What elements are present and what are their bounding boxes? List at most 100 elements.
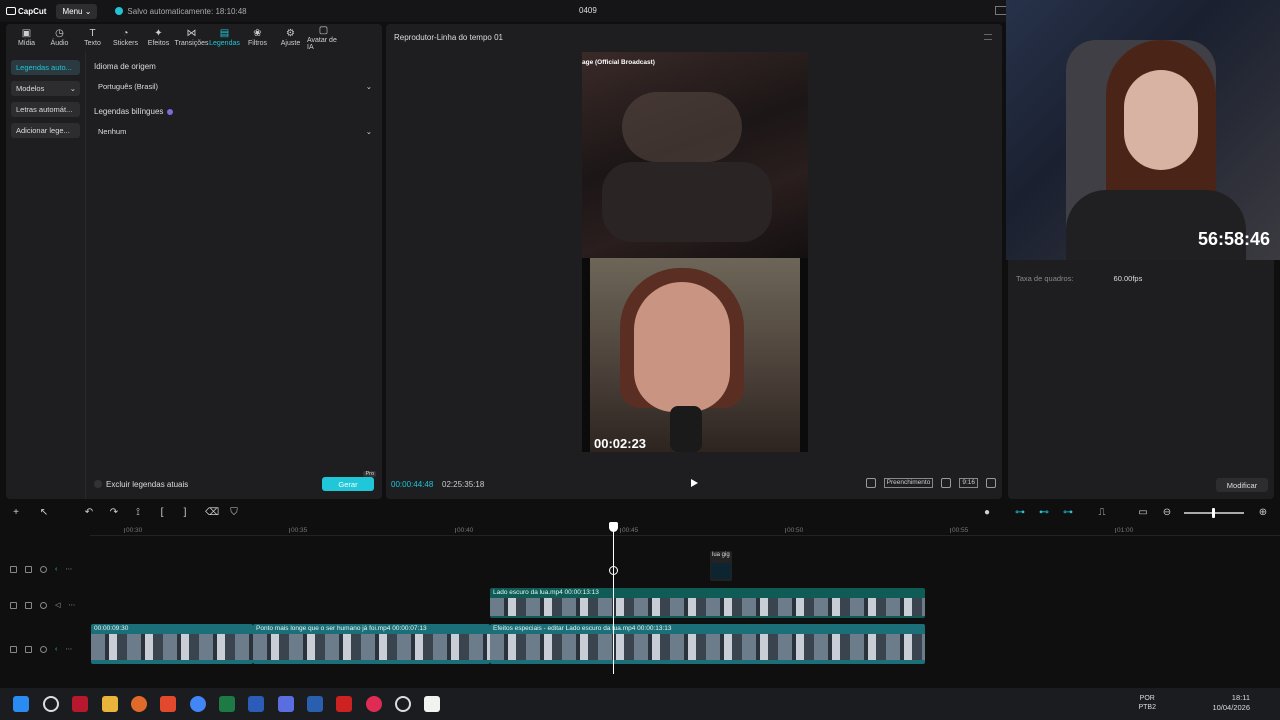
tab-captions[interactable]: ▤ Legendas	[208, 24, 241, 52]
modify-button[interactable]: Modificar	[1216, 478, 1268, 492]
lock-icon[interactable]	[25, 601, 32, 609]
tab-text[interactable]: T Texto	[76, 24, 109, 52]
ai-avatar-icon: ▢	[318, 24, 329, 36]
preview-axis-icon[interactable]: ⎍	[1097, 508, 1107, 518]
app-icon[interactable]	[336, 696, 352, 712]
tab-effects[interactable]: ✦ Efeitos	[142, 24, 175, 52]
player-controls: 00:00:44:48 02:25:35:18 Preenchimento 9:…	[386, 477, 1002, 491]
audio-sync-icon[interactable]	[865, 478, 876, 488]
screenshot-icon[interactable]	[941, 478, 952, 488]
timeline-ruler[interactable]: 00:30 00:35 00:40 00:45 00:50 00:55 01:0…	[90, 522, 1280, 536]
search-icon[interactable]	[43, 696, 59, 712]
mute-icon[interactable]: ‹	[55, 646, 57, 653]
eye-icon[interactable]	[40, 565, 47, 573]
system-clock[interactable]: 18:11 10/04/2026	[1212, 693, 1250, 713]
delete-icon[interactable]: ⌫	[205, 508, 219, 518]
track-toggle-icon[interactable]	[10, 645, 17, 653]
app-icon[interactable]	[307, 696, 323, 712]
mic-icon[interactable]: ●	[982, 508, 992, 518]
tab-filters[interactable]: ❀ Filtros	[241, 24, 274, 52]
playhead[interactable]	[613, 526, 614, 674]
gameplay-shape	[602, 162, 772, 242]
templates-button[interactable]: Modelos ⌄	[11, 81, 80, 96]
source-language-label: Idioma de origem	[94, 62, 376, 71]
chrome-icon[interactable]	[190, 696, 206, 712]
generate-button[interactable]: Gerar Pro	[322, 471, 376, 491]
trim-left-icon[interactable]: [	[157, 508, 167, 518]
language-indicator[interactable]: POR PTB2	[1138, 694, 1156, 712]
file-explorer-icon[interactable]	[102, 696, 118, 712]
main-clip[interactable]: Efeitos especiais - editar Lado escuro d…	[490, 624, 925, 664]
play-icon[interactable]	[691, 479, 698, 487]
eye-icon[interactable]	[40, 645, 47, 653]
modify-label: Modificar	[1226, 480, 1258, 490]
clip-thumbnails	[91, 634, 253, 660]
app-icon[interactable]	[278, 696, 294, 712]
zoom-out-icon[interactable]: ⊖	[1162, 508, 1172, 518]
firefox-icon[interactable]	[131, 696, 147, 712]
main-clip[interactable]: 00:00:09:30	[91, 624, 253, 664]
eye-icon[interactable]	[40, 601, 47, 609]
tab-transitions[interactable]: ⋈ Transições	[175, 24, 209, 52]
trim-right-icon[interactable]: ]	[180, 508, 190, 518]
excel-icon[interactable]	[219, 696, 235, 712]
fill-mode-button[interactable]: Preenchimento	[883, 478, 934, 488]
brave-icon[interactable]	[160, 696, 176, 712]
mute-icon[interactable]: ‹	[55, 566, 57, 573]
player-right-controls: Preenchimento 9:16	[865, 478, 996, 488]
app-icon[interactable]	[72, 696, 88, 712]
split-icon[interactable]: ⟟	[133, 508, 143, 518]
caption-track-icon[interactable]: ▭	[1138, 508, 1148, 518]
source-language-select[interactable]: Português (Brasil) ⌄	[94, 79, 376, 93]
snap-icon[interactable]: ⊶	[1063, 508, 1073, 518]
exclude-captions-checkbox[interactable]: Excluir legendas atuais	[94, 480, 188, 489]
add-captions-button[interactable]: Adicionar lege...	[11, 123, 80, 138]
transitions-icon: ⋈	[186, 28, 197, 39]
main-clip[interactable]: Ponto mais longe que o ser humano já foi…	[253, 624, 490, 664]
app-icon[interactable]	[395, 696, 411, 712]
audio-icon[interactable]: ◁	[55, 601, 60, 609]
media-toolbar: ▣ Mídia ◷ Áudio T Texto ◔ Stickers ✦ Efeitos ⋈ Tran…	[6, 24, 382, 52]
select-tool-icon[interactable]: ↖	[39, 508, 49, 518]
lock-icon[interactable]	[25, 565, 32, 573]
capcut-taskbar-icon[interactable]	[424, 696, 440, 712]
tab-adjust[interactable]: ⚙ Ajuste	[274, 24, 307, 52]
video-preview[interactable]: age (Official Broadcast) 00:02:23	[582, 52, 808, 452]
add-icon[interactable]: +	[11, 508, 21, 518]
track-toggle-icon[interactable]	[10, 565, 17, 573]
info-icon[interactable]	[167, 108, 174, 115]
zoom-slider-handle[interactable]	[1212, 508, 1215, 518]
tab-media[interactable]: ▣ Mídia	[10, 24, 43, 52]
windows-start-icon[interactable]	[13, 696, 29, 712]
track-toggle-icon[interactable]	[10, 601, 17, 609]
magnet-icon[interactable]: ⊷	[1039, 508, 1049, 518]
sticker-clip[interactable]: lua gig	[710, 551, 732, 581]
auto-lyrics-label: Letras automát...	[16, 105, 73, 114]
link-icon[interactable]: ⊶	[1015, 508, 1025, 518]
menu-button[interactable]: Menu ⌄	[56, 3, 98, 19]
word-icon[interactable]	[248, 696, 264, 712]
auto-captions-button[interactable]: Legendas auto...	[11, 60, 80, 75]
more-icon[interactable]: ⋯	[65, 645, 72, 653]
ruler-tick: 01:00	[1114, 527, 1134, 534]
overlay-clip[interactable]: Lado escuro da lua.mp4 00:00:13:13	[490, 588, 925, 618]
auto-lyrics-button[interactable]: Letras automát...	[11, 102, 80, 117]
playhead-marker-icon[interactable]	[609, 566, 618, 575]
marker-icon[interactable]: ⛉	[229, 508, 239, 518]
project-title: 0409	[579, 6, 597, 15]
player-menu-icon[interactable]	[984, 34, 992, 40]
bilingual-select[interactable]: Nenhum ⌄	[94, 124, 376, 138]
playhead-handle[interactable]	[609, 522, 618, 532]
tab-ai-avatar[interactable]: ▢ Avatar de IA	[307, 24, 340, 52]
media-player-icon[interactable]	[366, 696, 382, 712]
zoom-in-icon[interactable]: ⊕	[1258, 508, 1268, 518]
aspect-ratio-button[interactable]: 9:16	[959, 478, 978, 488]
undo-icon[interactable]: ↶	[84, 508, 94, 518]
lock-icon[interactable]	[25, 645, 32, 653]
more-icon[interactable]: ⋯	[68, 601, 75, 609]
tab-sticker[interactable]: ◔ Stickers	[109, 24, 142, 52]
fullscreen-icon[interactable]	[986, 478, 996, 488]
more-icon[interactable]: ⋯	[65, 565, 72, 573]
redo-icon[interactable]: ↷	[109, 508, 119, 518]
tab-audio[interactable]: ◷ Áudio	[43, 24, 76, 52]
